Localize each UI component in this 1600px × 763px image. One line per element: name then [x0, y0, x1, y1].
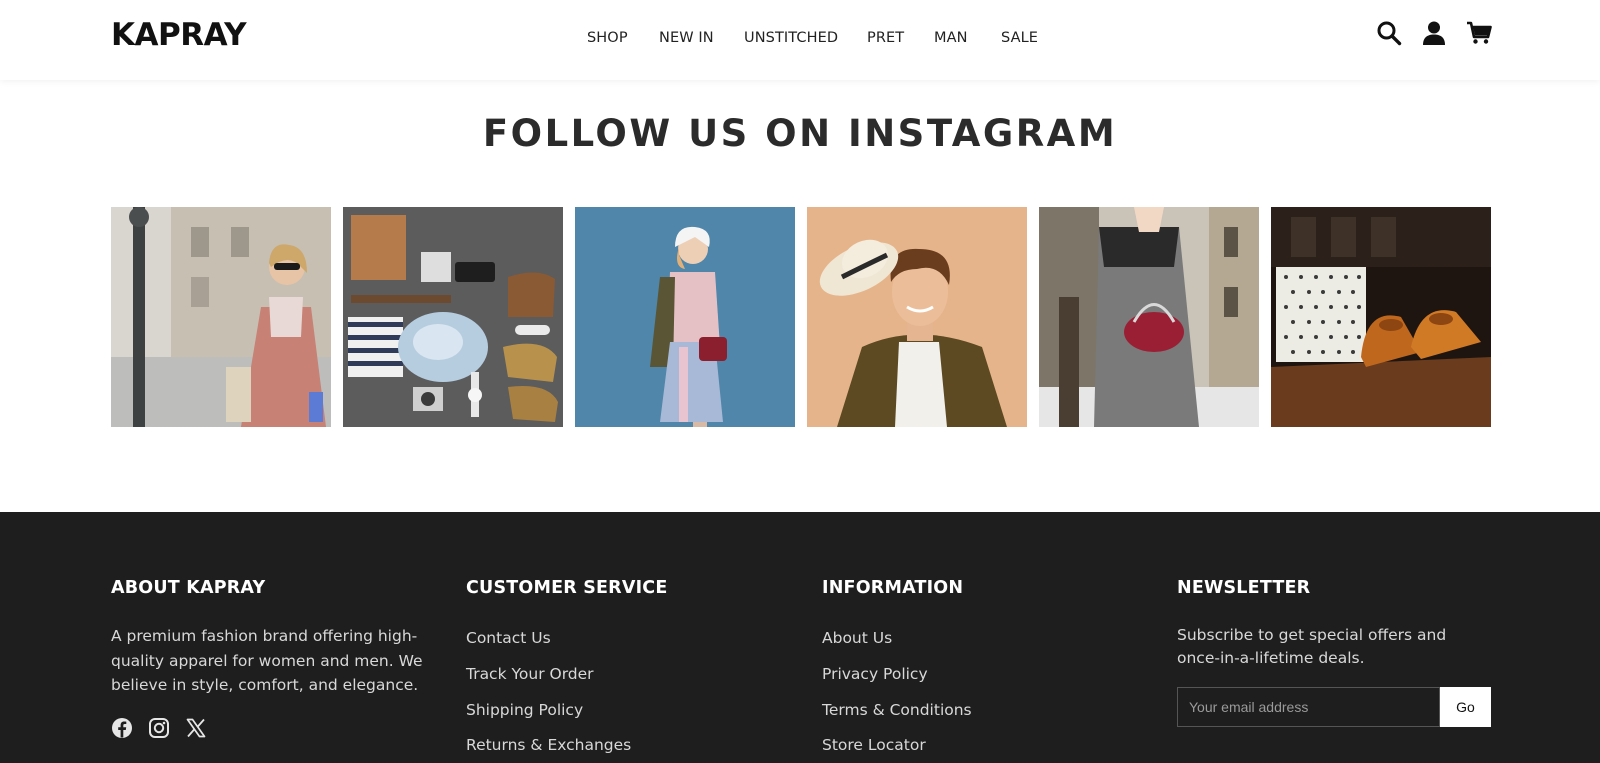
nav-new-in[interactable]: NEW IN: [659, 30, 714, 46]
instagram-image[interactable]: [343, 207, 563, 427]
footer-newsletter-text: Subscribe to get special offers and once…: [1177, 626, 1447, 667]
instagram-image[interactable]: [575, 207, 795, 427]
search-icon[interactable]: [1376, 20, 1402, 46]
instagram-icon[interactable]: [148, 717, 170, 739]
footer-about-title: ABOUT KAPRAY: [111, 578, 266, 598]
main-nav: SHOP NEW IN UNSTITCHED PRET MAN SALE: [0, 30, 1600, 50]
instagram-image[interactable]: [1039, 207, 1259, 427]
footer-customer-service-title: CUSTOMER SERVICE: [466, 578, 668, 598]
nav-shop[interactable]: SHOP: [587, 30, 628, 46]
facebook-icon[interactable]: [111, 717, 133, 739]
cart-icon[interactable]: [1466, 20, 1492, 46]
footer-link-terms-conditions[interactable]: Terms & Conditions: [822, 701, 972, 719]
footer-link-returns-exchanges[interactable]: Returns & Exchanges: [466, 736, 631, 754]
x-icon[interactable]: [185, 717, 207, 739]
nav-man[interactable]: MAN: [934, 30, 968, 46]
user-icon[interactable]: [1421, 20, 1447, 46]
instagram-section-title: FOLLOW US ON INSTAGRAM: [482, 112, 1118, 155]
footer-information-title: INFORMATION: [822, 578, 964, 598]
footer-link-contact-us[interactable]: Contact Us: [466, 629, 551, 647]
footer-newsletter-title: NEWSLETTER: [1177, 578, 1311, 598]
footer-link-shipping-policy[interactable]: Shipping Policy: [466, 701, 583, 719]
footer-link-about-us[interactable]: About Us: [822, 629, 892, 647]
site-footer: ABOUT KAPRAY A premium fashion brand off…: [0, 512, 1600, 763]
site-header: KAPRAY SHOP NEW IN UNSTITCHED PRET MAN S…: [0, 0, 1600, 80]
newsletter-go-button[interactable]: Go: [1440, 687, 1491, 727]
instagram-image[interactable]: [111, 207, 331, 427]
nav-unstitched[interactable]: UNSTITCHED: [744, 30, 838, 46]
newsletter-email-input[interactable]: [1177, 687, 1440, 727]
footer-link-track-order[interactable]: Track Your Order: [466, 665, 594, 683]
nav-pret[interactable]: PRET: [867, 30, 904, 46]
footer-link-store-locator[interactable]: Store Locator: [822, 736, 926, 754]
footer-about-text: A premium fashion brand offering high-qu…: [111, 627, 423, 694]
instagram-image[interactable]: [1271, 207, 1491, 427]
nav-sale[interactable]: SALE: [1001, 30, 1038, 46]
footer-link-privacy-policy[interactable]: Privacy Policy: [822, 665, 928, 683]
instagram-image[interactable]: [807, 207, 1027, 427]
